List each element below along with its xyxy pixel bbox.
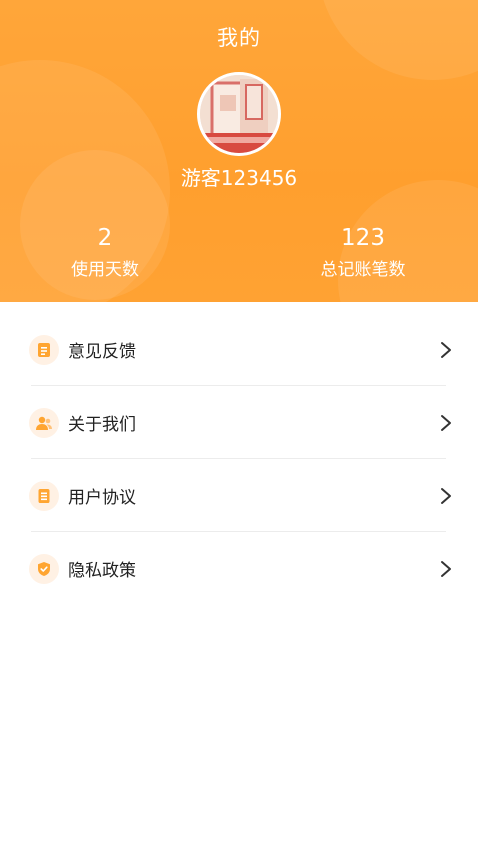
avatar[interactable] [197,72,281,156]
avatar-image [200,75,278,153]
menu-item-label: 隐私政策 [68,561,136,581]
chevron-right-icon [441,487,451,504]
users-icon [29,407,59,438]
agreement-icon [29,480,59,511]
menu-item-feedback[interactable]: 意见反馈 [0,313,478,386]
stat-value: 123 [341,225,385,251]
chevron-right-icon [441,341,451,358]
menu-item-privacy-policy[interactable]: 隐私政策 [0,532,478,605]
shield-check-icon [29,553,59,584]
chevron-right-icon [441,414,451,431]
menu-item-label: 意见反馈 [68,342,136,362]
stat-label: 使用天数 [71,260,139,280]
username: 游客123456 [180,166,298,190]
settings-menu: 意见反馈 关于我们 用户协议 隐私政策 [0,313,478,605]
stat-value: 2 [97,225,113,251]
chevron-right-icon [441,560,451,577]
profile-header: 我的 游客123456 2 使用天数 123 总记账笔数 [0,0,478,302]
page-title: 我的 [217,26,261,50]
menu-item-label: 关于我们 [68,415,136,435]
stat-total-records: 123 总记账笔数 [288,224,438,282]
menu-item-label: 用户协议 [68,488,136,508]
stat-usage-days: 2 使用天数 [30,224,180,282]
menu-item-user-agreement[interactable]: 用户协议 [0,459,478,532]
stat-label: 总记账笔数 [320,260,406,280]
feedback-document-icon [29,334,59,365]
menu-item-about-us[interactable]: 关于我们 [0,386,478,459]
